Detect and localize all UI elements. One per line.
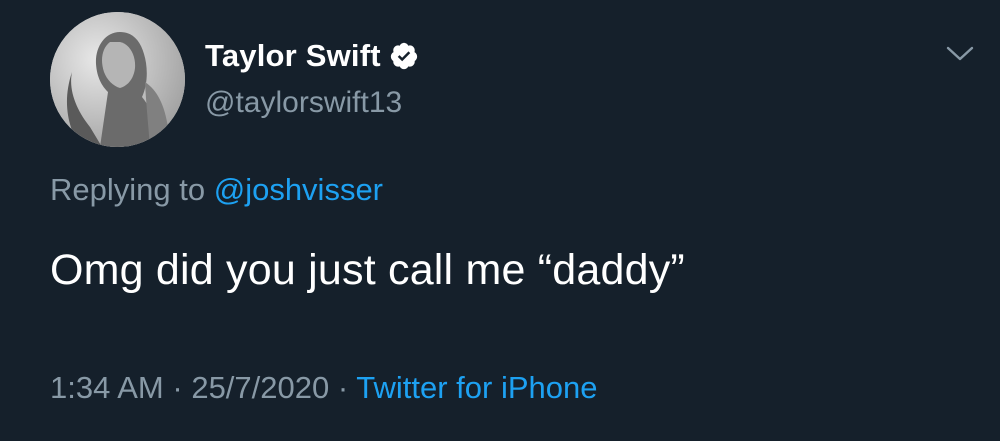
tweet-meta: 1:34 AM · 25/7/2020 · Twitter for iPhone: [50, 370, 597, 406]
tweet-time[interactable]: 1:34 AM: [50, 370, 164, 405]
verified-badge-icon: [389, 41, 419, 71]
display-name[interactable]: Taylor Swift: [205, 38, 381, 74]
avatar-photo: [50, 12, 185, 147]
replying-to: Replying to @joshvisser: [50, 172, 383, 208]
tweet-card: Taylor Swift @taylorswift13 Replying to …: [0, 0, 1000, 441]
user-handle[interactable]: @taylorswift13: [205, 86, 402, 120]
meta-separator: ·: [172, 370, 183, 405]
avatar[interactable]: [50, 12, 185, 147]
tweet-source-link[interactable]: Twitter for iPhone: [356, 370, 597, 405]
tweet-text: Omg did you just call me “daddy”: [50, 246, 685, 294]
meta-separator: ·: [337, 370, 349, 405]
reply-mention-link[interactable]: @joshvisser: [214, 172, 383, 207]
replying-to-label: Replying to: [50, 172, 206, 207]
tweet-date[interactable]: 25/7/2020: [191, 370, 329, 405]
chevron-down-icon[interactable]: [944, 42, 976, 66]
name-row: Taylor Swift: [205, 36, 419, 76]
